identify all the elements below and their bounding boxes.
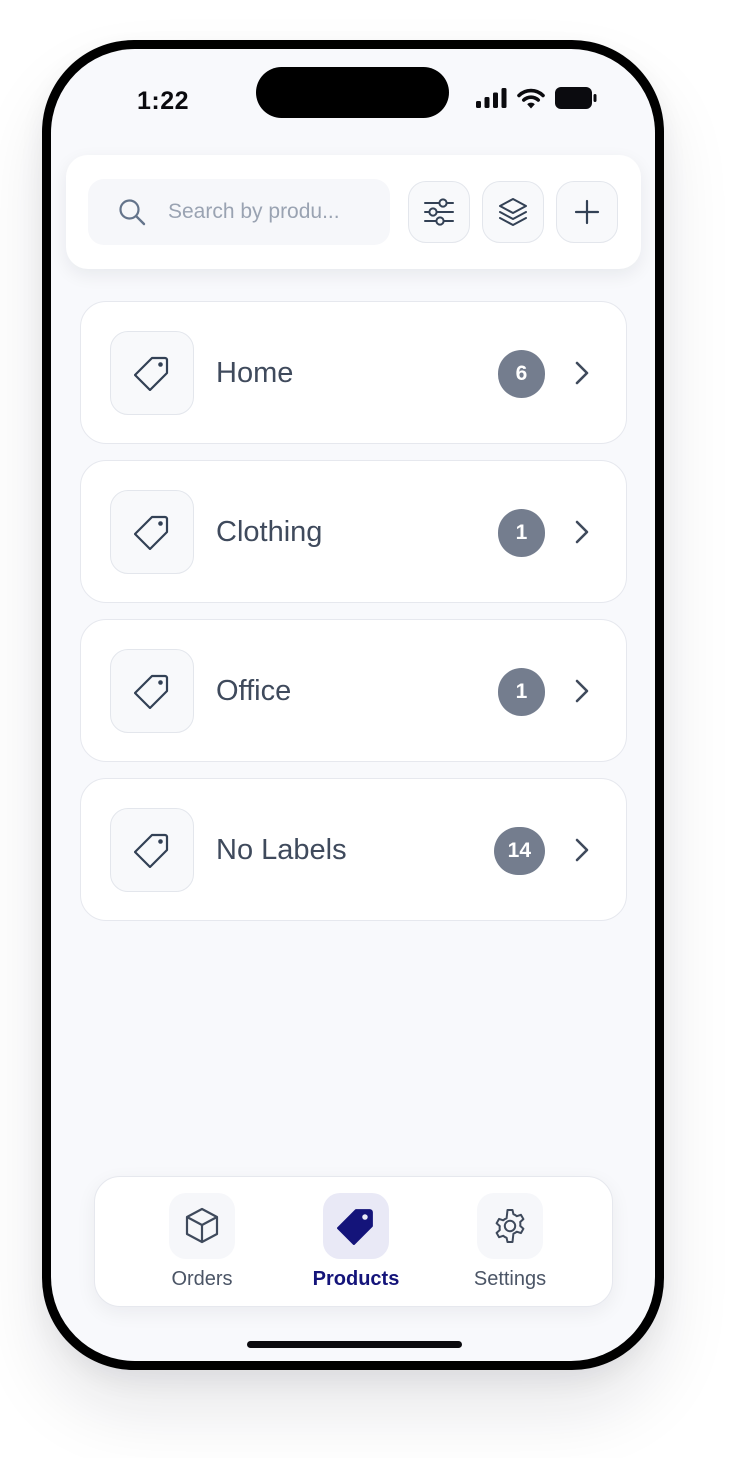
box-icon	[185, 1207, 219, 1244]
search-field[interactable]	[88, 179, 390, 245]
tab-orders[interactable]: Orders	[127, 1193, 277, 1297]
tag-icon	[134, 515, 169, 550]
category-list: Home 6 Clothing 1 Office 1 No Labels 14	[80, 301, 627, 937]
search-input[interactable]	[168, 200, 368, 224]
chevron-right-icon	[575, 838, 589, 862]
category-row-home[interactable]: Home 6	[80, 301, 627, 444]
dynamic-island	[256, 67, 449, 118]
tag-icon	[134, 833, 169, 868]
status-time: 1:22	[137, 87, 190, 115]
chevron-right-icon	[575, 520, 589, 544]
phone-frame: 1:22 Search by produ... Home 6 Clothing …	[42, 40, 664, 1370]
sliders-icon	[424, 198, 454, 226]
category-label: Office	[216, 675, 292, 707]
category-row-no-labels[interactable]: No Labels 14	[80, 778, 627, 921]
tag-icon	[134, 674, 169, 709]
gear-icon	[495, 1209, 525, 1243]
status-icons	[476, 83, 597, 113]
tag-icon	[337, 1209, 373, 1245]
tab-label: Settings	[473, 1268, 547, 1290]
app-screen: 1:22 Search by produ... Home 6 Clothing …	[51, 49, 655, 1361]
count-badge: 6	[498, 350, 545, 398]
bottom-tab-bar: Orders Products Settings	[94, 1176, 613, 1307]
tab-label: Products	[312, 1268, 400, 1290]
layers-button[interactable]	[482, 181, 544, 243]
category-row-clothing[interactable]: Clothing 1	[80, 460, 627, 603]
search-icon	[119, 199, 146, 226]
category-icon-box	[110, 490, 194, 574]
count-badge: 1	[498, 668, 545, 716]
category-icon-box	[110, 808, 194, 892]
tab-icon-wrap	[477, 1193, 543, 1259]
count-badge: 1	[498, 509, 545, 557]
chevron-right-icon	[575, 361, 589, 385]
tab-settings[interactable]: Settings	[435, 1193, 585, 1297]
layers-icon	[499, 198, 527, 226]
plus-icon	[574, 199, 600, 225]
tab-products[interactable]: Products	[281, 1193, 431, 1297]
category-label: No Labels	[216, 834, 347, 866]
tab-label: Orders	[171, 1268, 233, 1290]
filter-button[interactable]	[408, 181, 470, 243]
category-label: Clothing	[216, 516, 323, 548]
category-icon-box	[110, 331, 194, 415]
chevron-right-icon	[575, 679, 589, 703]
category-row-office[interactable]: Office 1	[80, 619, 627, 762]
tag-icon	[134, 356, 169, 391]
add-button[interactable]	[556, 181, 618, 243]
category-icon-box	[110, 649, 194, 733]
count-badge: 14	[493, 827, 545, 875]
tab-icon-wrap	[323, 1193, 389, 1259]
tab-icon-wrap	[169, 1193, 235, 1259]
signal-icon	[476, 88, 507, 108]
battery-icon	[555, 87, 597, 109]
wifi-icon	[517, 88, 545, 108]
home-indicator	[247, 1341, 462, 1348]
search-toolbar	[66, 155, 641, 269]
category-label: Home	[216, 357, 294, 389]
